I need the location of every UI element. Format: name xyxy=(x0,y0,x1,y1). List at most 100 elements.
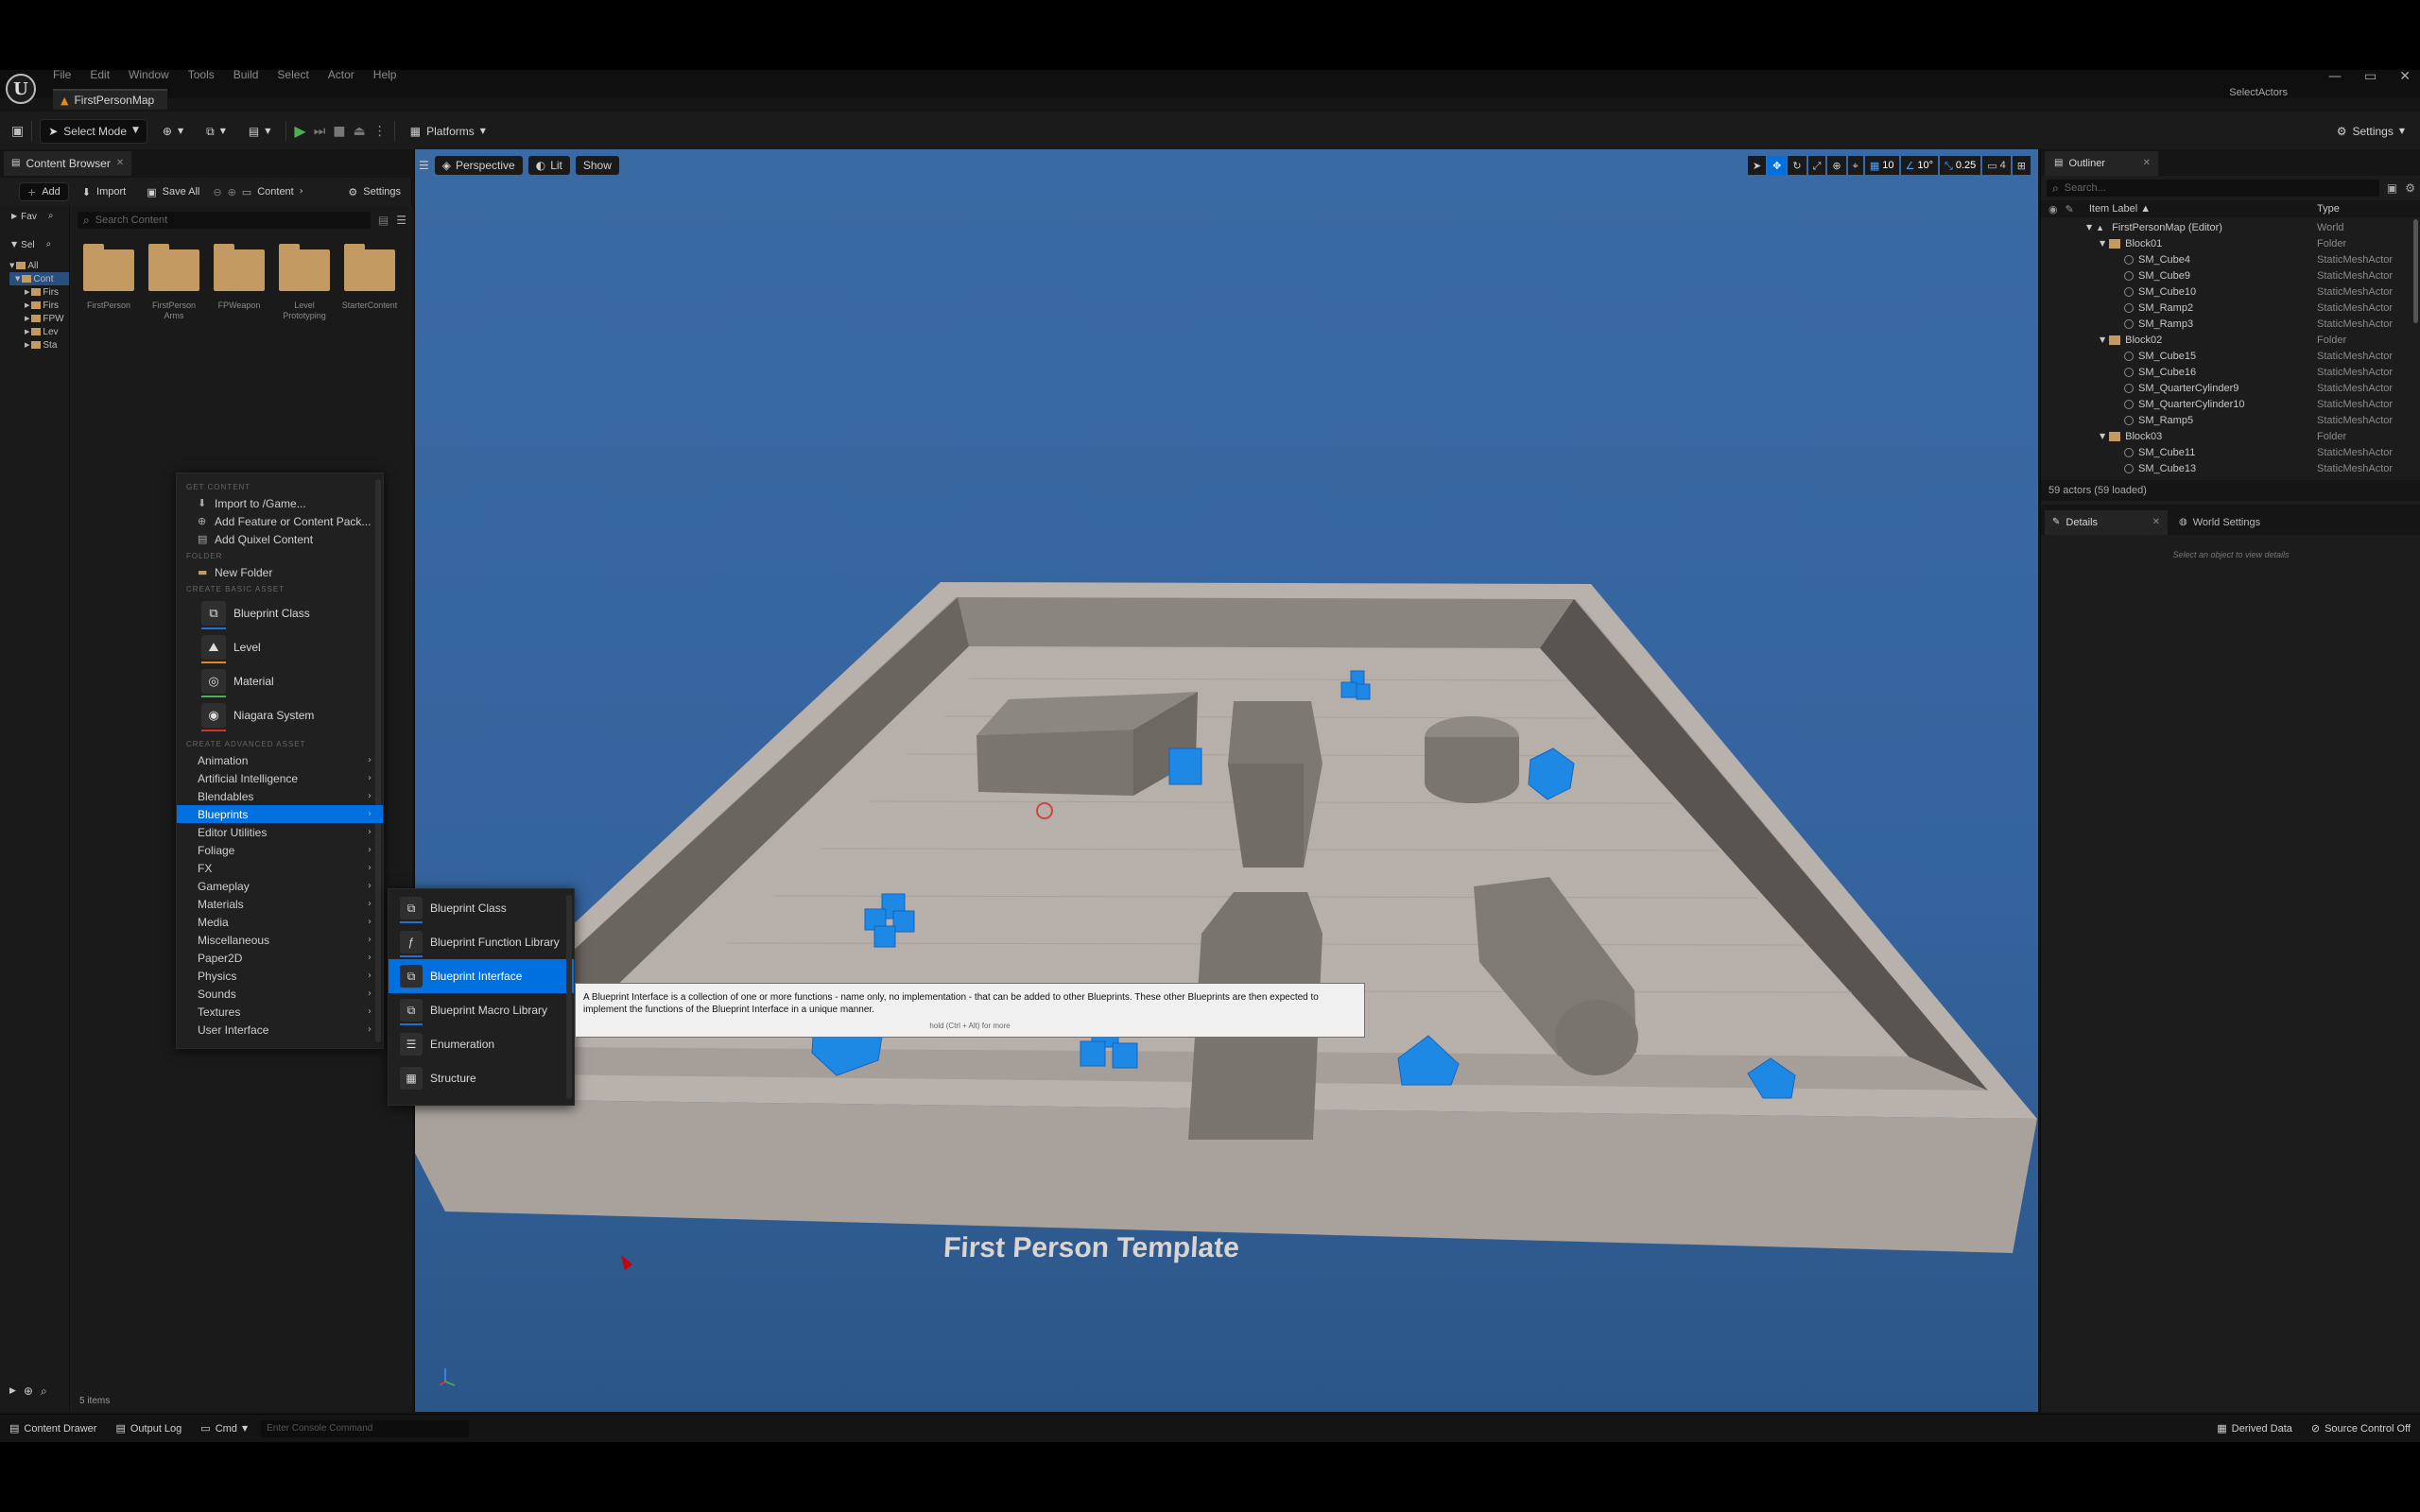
close-tab-icon[interactable]: ✕ xyxy=(2143,159,2151,168)
menu-file[interactable]: File xyxy=(53,70,71,81)
blueprints-button[interactable]: ⧉ ▼ xyxy=(199,119,233,144)
menu-item-new-folder[interactable]: ▬ New Folder xyxy=(177,563,383,581)
tab-content-browser[interactable]: ▤ Content Browser ✕ xyxy=(4,151,132,176)
column-type[interactable]: Type xyxy=(2317,203,2340,215)
outliner-row[interactable]: SM_QuarterCylinder10 StaticMeshActor xyxy=(2041,396,2420,412)
close-tab-icon[interactable]: ✕ xyxy=(116,159,124,168)
unreal-logo[interactable]: U xyxy=(6,74,36,104)
surface-snap-button[interactable]: ⌖ xyxy=(1847,156,1863,175)
submenu-scrollbar[interactable] xyxy=(566,895,572,1099)
more-options-icon[interactable]: ⋮ xyxy=(373,125,387,138)
cmd-dropdown[interactable]: ▭ Cmd ▼ xyxy=(195,1418,253,1439)
derived-data-button[interactable]: ▦ Derived Data xyxy=(2211,1418,2298,1439)
outliner-row[interactable]: ▼ Block01 Folder xyxy=(2041,235,2420,251)
step-icon[interactable]: ⏭ xyxy=(314,125,326,138)
forward-icon[interactable]: ⊕ xyxy=(228,187,236,198)
submenu-item-editor-utilities[interactable]: Editor Utilities › xyxy=(177,823,383,841)
tree-item-firstperson-arms[interactable]: ▶ Firs xyxy=(9,299,69,312)
filter-icon[interactable]: ☰ xyxy=(396,215,406,226)
submenu-item-physics[interactable]: Physics › xyxy=(177,967,383,985)
menu-edit[interactable]: Edit xyxy=(90,70,110,81)
submenu-item-miscellaneous[interactable]: Miscellaneous › xyxy=(177,931,383,949)
submenu-item-media[interactable]: Media › xyxy=(177,913,383,931)
pin-icon[interactable]: ✎ xyxy=(2066,204,2074,215)
settings-dropdown[interactable]: ⚙ Settings ▼ xyxy=(2329,119,2412,144)
outliner-row[interactable]: SM_Cube15 StaticMeshActor xyxy=(2041,348,2420,364)
menu-help[interactable]: Help xyxy=(373,70,397,81)
tree-item-firstperson[interactable]: ▶ Firs xyxy=(9,285,69,299)
folder-tile[interactable]: FirstPerson xyxy=(78,244,140,311)
tab-details[interactable]: ✎ Details ✕ xyxy=(2045,510,2168,535)
menu-item-add-feature-pack[interactable]: ⊕ Add Feature or Content Pack... xyxy=(177,512,383,530)
folder-tile[interactable]: FirstPerson Arms xyxy=(143,244,205,321)
folder-tile[interactable]: Level Prototyping xyxy=(273,244,336,321)
eject-icon[interactable]: ⏏ xyxy=(354,125,366,138)
submenu-item-textures[interactable]: Textures › xyxy=(177,1003,383,1021)
back-icon[interactable]: ⊖ xyxy=(213,187,221,198)
submenu-item-enumeration[interactable]: ☰ Enumeration xyxy=(389,1027,574,1061)
outliner-row[interactable]: SM_Cube16 StaticMeshActor xyxy=(2041,364,2420,380)
play-icon[interactable]: ▶ xyxy=(294,123,305,139)
perspective-button[interactable]: ◈ Perspective xyxy=(434,156,523,175)
gear-icon[interactable]: ⚙ xyxy=(2405,182,2415,194)
visibility-icon[interactable]: ◉ xyxy=(2048,204,2058,215)
menu-item-material[interactable]: ◎ Material xyxy=(177,664,383,698)
minimize-icon[interactable]: — xyxy=(2328,70,2342,83)
menu-item-niagara-system[interactable]: ◉ Niagara System xyxy=(177,698,383,732)
outliner-row[interactable]: SM_Cube11 StaticMeshActor xyxy=(2041,444,2420,460)
import-button[interactable]: ⬇ Import xyxy=(75,182,133,201)
submenu-item-fx[interactable]: FX › xyxy=(177,859,383,877)
submenu-item-foliage[interactable]: Foliage › xyxy=(177,841,383,859)
content-drawer-button[interactable]: ▤ Content Drawer xyxy=(4,1418,102,1439)
outliner-row[interactable]: SM_Cube9 StaticMeshActor xyxy=(2041,267,2420,284)
submenu-item-paper2d[interactable]: Paper2D › xyxy=(177,949,383,967)
rotate-tool-button[interactable]: ↻ xyxy=(1788,156,1806,175)
stop-icon[interactable]: ■ xyxy=(333,125,345,138)
outliner-row[interactable]: SM_Ramp2 StaticMeshActor xyxy=(2041,300,2420,316)
menu-actor[interactable]: Actor xyxy=(328,70,354,81)
tree-item-content[interactable]: ▼ Cont xyxy=(9,272,69,285)
output-log-button[interactable]: ▤ Output Log xyxy=(110,1418,187,1439)
save-search-icon[interactable]: ▤ xyxy=(378,215,389,226)
viewport-layout-button[interactable]: ⊞ xyxy=(2012,156,2031,175)
collapse-arrow-icon[interactable]: ▼ xyxy=(2086,223,2092,232)
camera-speed-button[interactable]: ▭ 4 xyxy=(1982,156,2011,175)
outliner-search-field[interactable]: ⌕ Search... xyxy=(2047,180,2379,197)
console-input[interactable]: Enter Console Command xyxy=(261,1419,470,1437)
search-icon[interactable]: ⌕ xyxy=(46,240,52,249)
submenu-item-blueprint-class[interactable]: ⧉ Blueprint Class xyxy=(389,891,574,925)
cinematics-button[interactable]: ▤ ▼ xyxy=(241,119,279,144)
collapse-arrow-icon[interactable]: ▼ xyxy=(2100,239,2105,248)
add-collection-icon[interactable]: ⊕ xyxy=(24,1385,33,1397)
show-button[interactable]: Show xyxy=(575,156,619,175)
submenu-item-blendables[interactable]: Blendables › xyxy=(177,787,383,805)
search-icon[interactable]: ⌕ xyxy=(41,1385,47,1397)
lit-button[interactable]: ◐ Lit xyxy=(527,156,570,175)
collapse-arrow-icon[interactable]: ▼ xyxy=(2100,432,2105,440)
menu-window[interactable]: Window xyxy=(129,70,169,81)
expand-arrow-icon[interactable]: ▶ xyxy=(9,1386,16,1396)
scale-snap-button[interactable]: ⤡ 0.25 xyxy=(1940,156,1981,175)
project-section[interactable]: ▼ Sel ⌕ xyxy=(0,234,69,255)
maximize-icon[interactable]: ▭ xyxy=(2364,70,2377,83)
search-icon[interactable]: ⌕ xyxy=(48,212,54,221)
collapse-arrow-icon[interactable]: ▼ xyxy=(2100,335,2105,344)
submenu-item-blueprint-function-library[interactable]: ƒ Blueprint Function Library xyxy=(389,925,574,959)
select-tool-button[interactable]: ➤ xyxy=(1747,156,1767,175)
close-tab-icon[interactable]: ✕ xyxy=(2152,518,2160,527)
column-item-label[interactable]: Item Label ▲ xyxy=(2089,203,2151,215)
menu-tools[interactable]: Tools xyxy=(188,70,215,81)
menu-item-import[interactable]: ⬇ Import to /Game... xyxy=(177,494,383,512)
add-folder-icon[interactable]: ▣ xyxy=(2387,182,2397,194)
tree-item-all[interactable]: ▼ All xyxy=(9,259,69,272)
source-control-button[interactable]: ⊘ Source Control Off xyxy=(2306,1418,2416,1439)
submenu-item-blueprint-macro-library[interactable]: ⧉ Blueprint Macro Library xyxy=(389,993,574,1027)
chevron-right-icon[interactable]: › xyxy=(300,187,303,197)
close-icon[interactable]: ✕ xyxy=(2399,70,2411,83)
outliner-row[interactable]: SM_Cube10 StaticMeshActor xyxy=(2041,284,2420,300)
tree-item-level-prototyping[interactable]: ▶ Lev xyxy=(9,325,69,338)
outliner-row[interactable]: SM_Ramp5 StaticMeshActor xyxy=(2041,412,2420,428)
outliner-row[interactable]: SM_Ramp3 StaticMeshActor xyxy=(2041,316,2420,332)
platforms-dropdown[interactable]: ▦ Platforms ▼ xyxy=(403,119,493,144)
tab-world-settings[interactable]: ◍ World Settings xyxy=(2171,510,2304,535)
